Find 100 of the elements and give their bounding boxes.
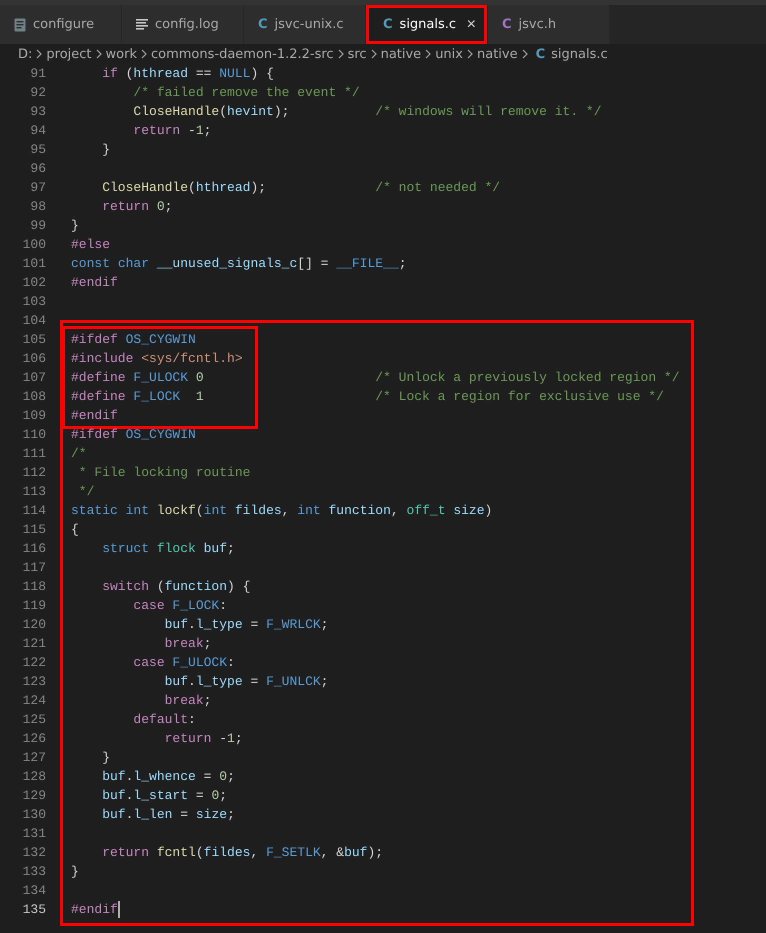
chevron-icon: [96, 49, 102, 59]
line-number: 117: [22, 559, 46, 577]
line-number: 130: [22, 806, 46, 824]
code-line: if (hthread == NULL) {: [101, 65, 274, 83]
line-number: 119: [22, 597, 46, 615]
code-line: static int lockf(int fildes, int function, off_t size): [71, 502, 492, 520]
close-button[interactable]: ×: [464, 16, 478, 34]
breadcrumb-item[interactable]: signals.c: [551, 46, 608, 62]
line-number: 100: [22, 236, 46, 254]
line-number: 126: [22, 730, 46, 748]
code-line: #else: [71, 236, 110, 254]
code-line: buf.l_len = size;: [101, 806, 235, 824]
line-number: 112: [22, 464, 46, 482]
line-number: 128: [22, 768, 46, 786]
code-line: #include <sys/fcntl.h>: [71, 350, 243, 368]
tab-label: jsvc.h: [518, 17, 556, 32]
line-number: 134: [22, 882, 46, 900]
code-line: }: [101, 141, 110, 159]
code-line: switch (function) {: [101, 578, 250, 596]
breadcrumb-item[interactable]: D:: [18, 46, 32, 62]
tab-label: configure: [33, 17, 94, 32]
chevron-icon: [425, 49, 432, 59]
code-line: break;: [164, 635, 212, 653]
line-number: 103: [22, 293, 46, 311]
code-line: */: [78, 483, 94, 501]
code-line: /* failed remove the event */: [132, 84, 360, 102]
line-number: 120: [22, 616, 46, 634]
line-number: 91: [29, 65, 46, 83]
code-line: return -1;: [132, 122, 212, 140]
tab-label: jsvc-unix.c: [274, 17, 344, 32]
line-number: 95: [29, 141, 46, 159]
editor-tab[interactable]: C signals.c ×: [366, 5, 487, 44]
code-line: #ifdef OS_CYGWIN: [71, 426, 196, 444]
code-line: return -1;: [164, 730, 243, 748]
line-number: 115: [22, 521, 46, 539]
line-number: 124: [22, 692, 46, 710]
code-line: CloseHandle(hevint); /* windows will remove it. */: [132, 103, 602, 121]
line-number: 108: [22, 388, 46, 406]
line-number: 133: [22, 863, 46, 881]
line-number: 106: [22, 350, 46, 368]
line-number: 99: [29, 217, 46, 235]
line-number: 102: [22, 274, 46, 292]
editor-tab[interactable]: C jsvc-unix.c: [244, 5, 365, 44]
line-number: 129: [22, 787, 46, 805]
line-number: 97: [29, 179, 46, 197]
code-line: return fcntl(fildes, F_SETLK, &buf);: [101, 844, 384, 862]
line-number: 98: [29, 198, 46, 216]
line-number: 105: [22, 331, 46, 349]
line-number: 121: [22, 635, 46, 653]
breadcrumb-item[interactable]: src: [348, 46, 367, 62]
code-line: #endif: [71, 901, 118, 919]
breadcrumb-item[interactable]: native: [476, 46, 518, 62]
code-line: buf.l_type = F_UNLCK;: [164, 673, 328, 691]
code-line: const char __unused_signals_c[] = __FILE__;: [71, 255, 407, 273]
code-line: #ifdef OS_CYGWIN: [71, 331, 196, 349]
code-line: }: [101, 749, 110, 767]
line-number: 122: [22, 654, 46, 672]
chevron-icon: [466, 49, 473, 59]
breadcrumb-item[interactable]: native: [380, 46, 422, 62]
code-line: CloseHandle(hthread); /* not needed */: [101, 179, 500, 197]
line-number: 118: [22, 578, 46, 596]
lines-icon: [136, 19, 148, 30]
line-number: 93: [29, 103, 46, 121]
code-line: buf.l_type = F_WRLCK;: [164, 616, 328, 634]
code-line: struct flock buf;: [101, 540, 235, 558]
line-number: 123: [22, 673, 46, 691]
code-line: * File locking routine: [78, 464, 250, 482]
line-number: 131: [22, 825, 46, 843]
code-line: }: [71, 863, 79, 881]
line-number: 94: [29, 122, 46, 140]
c-file-icon: C: [383, 17, 393, 32]
chevron-icon: [338, 49, 344, 59]
code-line: break;: [164, 692, 212, 710]
code-line: case F_ULOCK:: [132, 654, 235, 672]
chevron-icon: [140, 49, 147, 59]
chevron-icon: [36, 49, 42, 59]
line-number: 116: [22, 540, 46, 558]
tab-label: config.log: [155, 17, 219, 32]
breadcrumb-item[interactable]: project: [46, 46, 92, 62]
code-line: {: [71, 521, 79, 539]
code-line: case F_LOCK:: [132, 597, 228, 615]
line-number: 101: [22, 255, 46, 273]
line-number: 96: [29, 160, 46, 178]
line-number: 125: [22, 711, 46, 729]
editor-tab[interactable]: C jsvc.h: [488, 5, 609, 44]
code-line: default:: [132, 711, 196, 729]
editor-tab[interactable]: configure: [0, 5, 121, 44]
chevron-icon: [522, 49, 528, 59]
editor-tab[interactable]: config.log: [122, 5, 243, 44]
c-file-icon: C: [536, 46, 546, 62]
breadcrumb-item[interactable]: unix: [435, 46, 463, 62]
line-number: 110: [22, 426, 46, 444]
line-number: 107: [22, 369, 46, 387]
code-line: }: [71, 217, 79, 235]
breadcrumb-item[interactable]: work: [106, 46, 137, 62]
c-file-icon: C: [502, 17, 512, 32]
breadcrumb-item[interactable]: commons-daemon-1.2.2-src: [150, 46, 334, 62]
code-line: #endif: [71, 407, 118, 425]
line-number: 109: [22, 407, 46, 425]
line-number: 114: [22, 502, 46, 520]
